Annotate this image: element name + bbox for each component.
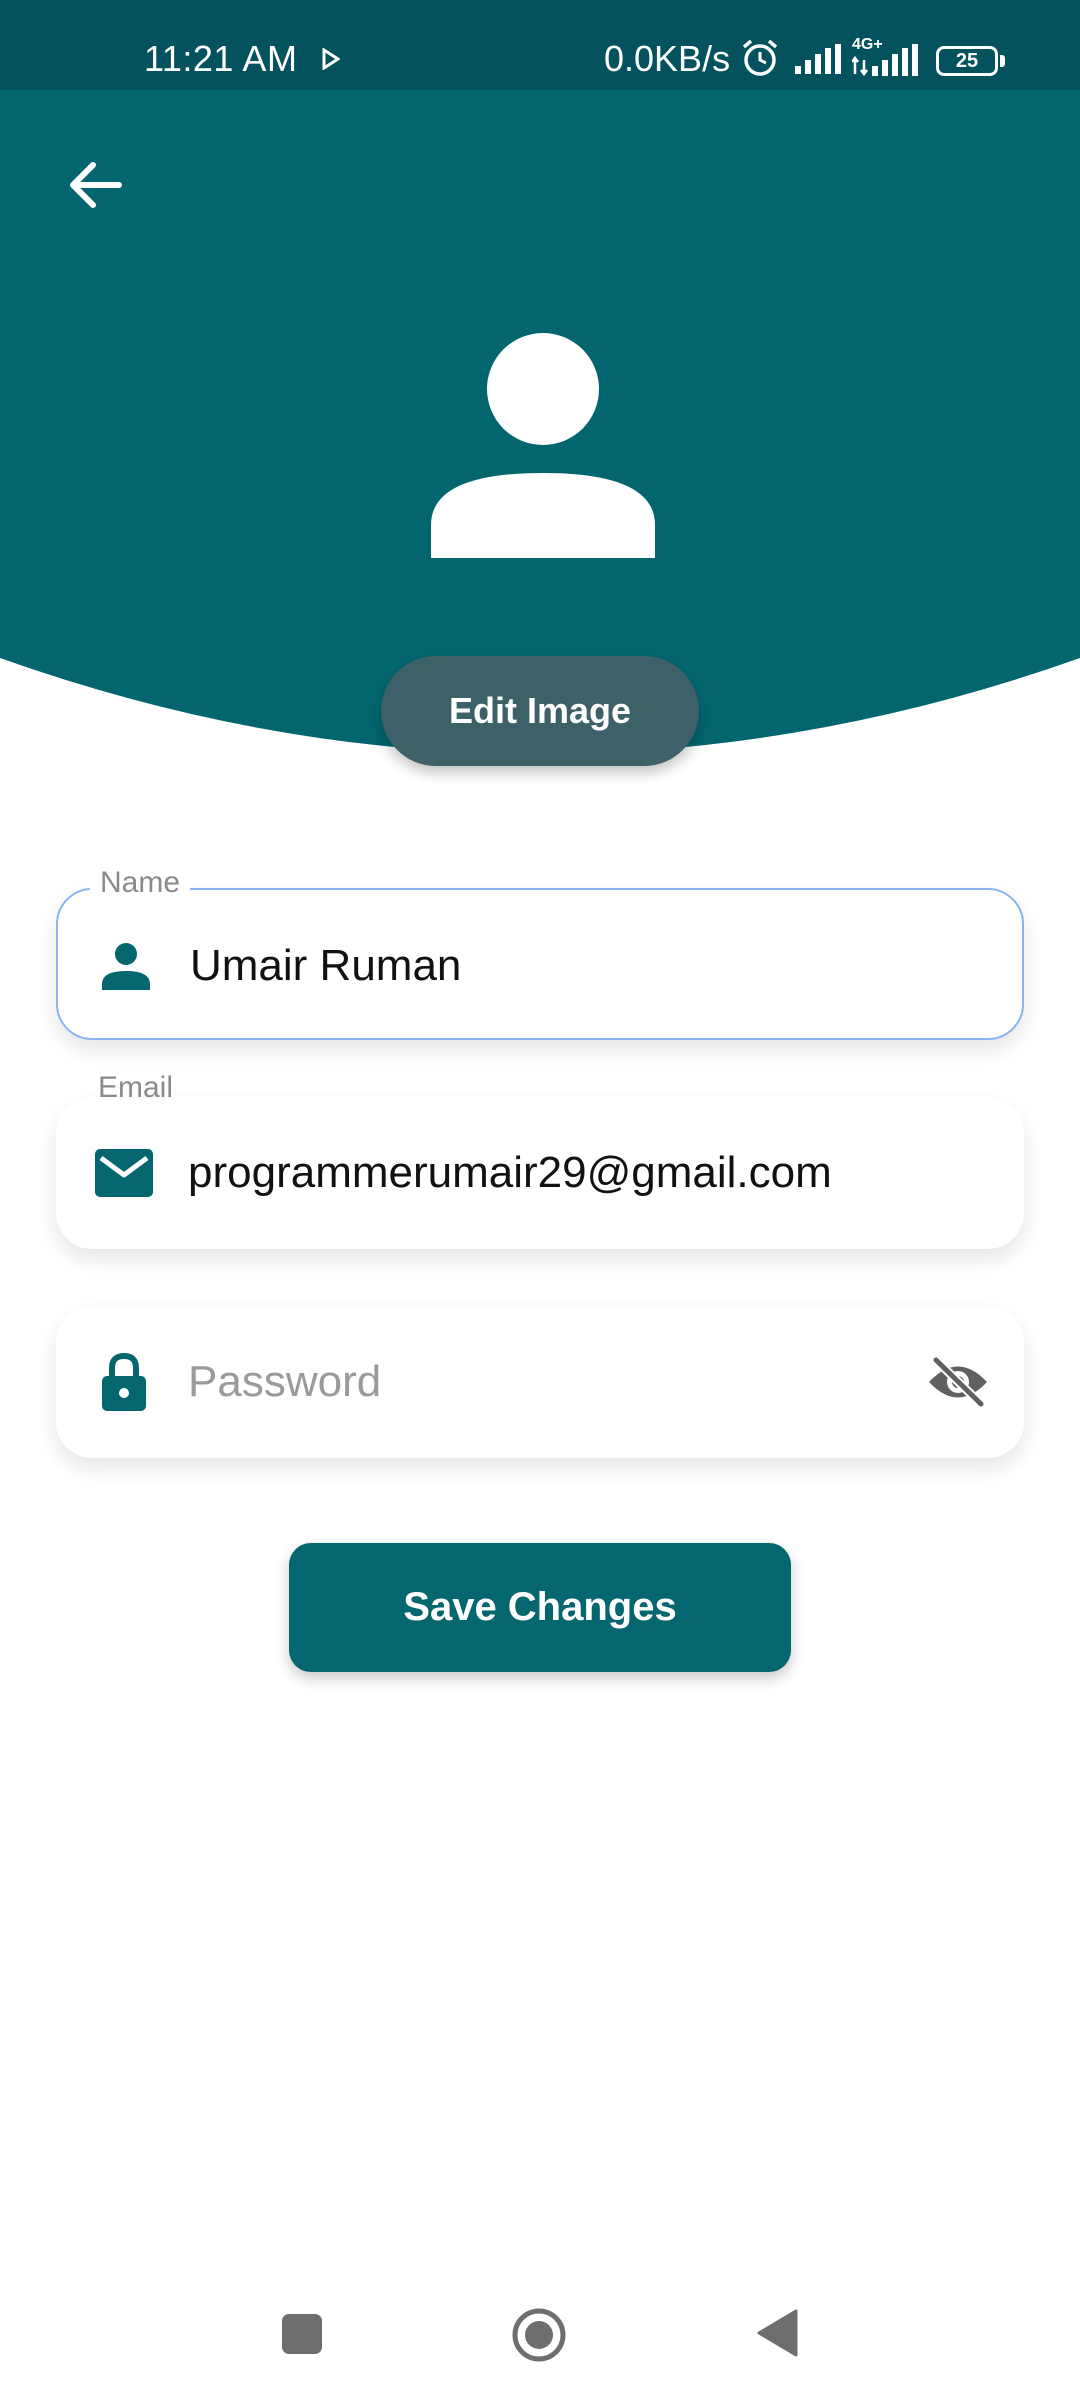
lock-icon xyxy=(102,1352,146,1411)
arrow-left-icon xyxy=(70,162,122,208)
person-avatar-icon xyxy=(431,333,655,558)
nav-home-button[interactable] xyxy=(511,2307,567,2363)
status-bar: 11:21 AM 0.0KB/s 4G+ 25 xyxy=(0,0,1080,90)
edit-profile-screen: 11:21 AM 0.0KB/s 4G+ 25 Edit Image Name … xyxy=(0,0,1080,2400)
play-icon xyxy=(322,48,340,70)
email-field-label: Email xyxy=(98,1071,174,1104)
signal-icon-2 xyxy=(852,44,918,76)
alarm-icon xyxy=(742,39,778,76)
name-field-label: Name xyxy=(90,868,191,898)
mail-icon xyxy=(95,1149,153,1197)
network-speed: 0.0KB/s xyxy=(604,38,731,79)
battery-indicator: 25 xyxy=(936,46,998,76)
password-input[interactable]: Password xyxy=(188,1306,381,1458)
signal-icon xyxy=(795,44,841,74)
back-button[interactable] xyxy=(50,140,140,230)
status-time: 11:21 AM xyxy=(144,38,298,79)
name-field[interactable]: Name Umair Ruman xyxy=(56,868,1024,1042)
battery-tip xyxy=(1000,55,1005,67)
nav-recents-button[interactable] xyxy=(282,2314,322,2354)
password-field[interactable]: Password xyxy=(56,1306,1024,1458)
nav-back-button[interactable] xyxy=(756,2309,798,2357)
password-visibility-toggle[interactable] xyxy=(922,1348,994,1416)
email-input[interactable]: programmerumair29@gmail.com xyxy=(188,1097,832,1249)
email-field[interactable]: Email programmerumair29@gmail.com xyxy=(56,1073,1024,1249)
person-icon xyxy=(102,943,150,990)
save-changes-button[interactable]: Save Changes xyxy=(289,1543,791,1672)
edit-image-button[interactable]: Edit Image xyxy=(381,656,699,766)
eye-off-icon xyxy=(929,1357,987,1407)
name-input[interactable]: Umair Ruman xyxy=(190,890,461,1042)
